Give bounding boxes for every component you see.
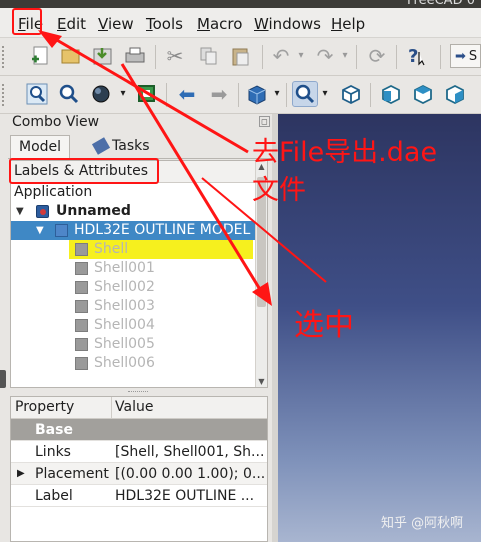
watermark: 知乎 @阿秋啊 [381,516,464,531]
annotation-arrows [38,30,327,306]
arrowhead-icon [252,282,272,306]
arrow-line-to-file [49,34,249,154]
arrow-line-to-shell [120,63,266,297]
annotation-select-note: 选中 [294,308,354,343]
annotation-export-note: 去File导出.dae 文件 [252,137,438,206]
arrowhead-icon [38,30,62,48]
